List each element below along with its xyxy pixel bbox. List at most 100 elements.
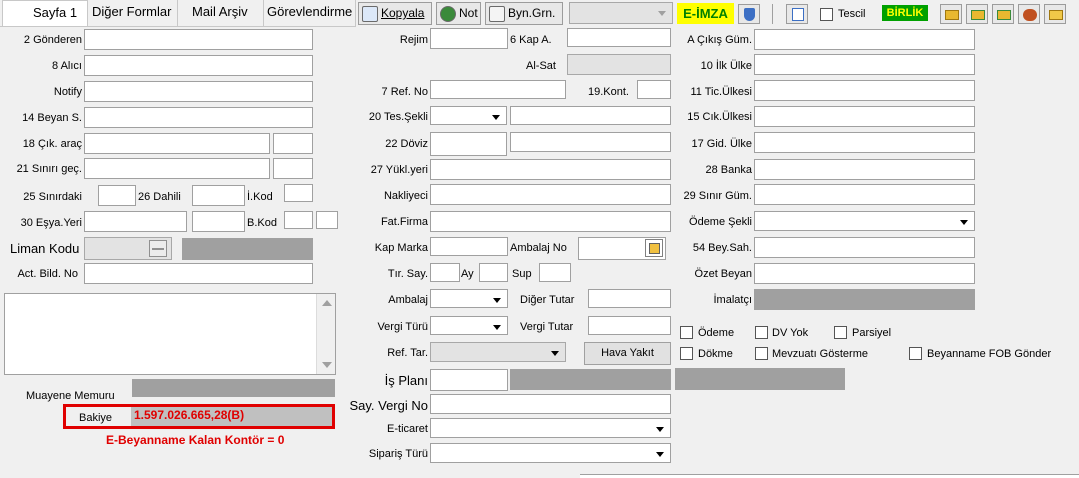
- doviz-field[interactable]: [430, 132, 507, 156]
- tes-sekli-desc-field[interactable]: [510, 106, 671, 125]
- parsiyel-checkbox-label: Parsiyel: [852, 327, 892, 339]
- sync-button[interactable]: [1018, 4, 1040, 24]
- odeme-sekli-select[interactable]: [754, 211, 975, 231]
- notify-label: Notify: [53, 86, 82, 98]
- upload-button[interactable]: [966, 4, 988, 24]
- kap-marka-label: Kap Marka: [374, 242, 428, 254]
- fat-firma-field[interactable]: [430, 211, 671, 232]
- upload-icon: [971, 10, 985, 20]
- ozet-beyan-field[interactable]: [754, 263, 975, 284]
- bkod-field-2[interactable]: [316, 211, 338, 229]
- diger-tutar-field[interactable]: [588, 289, 671, 308]
- imalatci-field: [754, 289, 975, 310]
- fob-gonder-checkbox[interactable]: [909, 347, 922, 360]
- vergi-turu-select[interactable]: [430, 316, 508, 335]
- tescil-checkbox[interactable]: [820, 8, 833, 21]
- rejim-field[interactable]: [430, 28, 508, 49]
- parsiyel-checkbox[interactable]: [834, 326, 847, 339]
- banka-label: 28 Banka: [705, 164, 752, 176]
- fob-gonder-label: Beyanname FOB Gönder: [927, 348, 1052, 360]
- beyan-s-field[interactable]: [84, 107, 313, 128]
- beyan-s-label: 14 Beyan S.: [22, 112, 82, 124]
- dv-yok-checkbox[interactable]: [755, 326, 768, 339]
- cik-arac-code-field[interactable]: [273, 133, 313, 154]
- e-imza-button[interactable]: E-İMZA: [677, 3, 734, 24]
- siniri-gec-code-field[interactable]: [273, 158, 313, 179]
- tab-diger-formlar[interactable]: Diğer Formlar: [88, 0, 178, 26]
- notify-field[interactable]: [84, 81, 313, 102]
- tab-sayfa-1[interactable]: Sayfa 1: [2, 0, 88, 26]
- kap-a-field[interactable]: [567, 28, 671, 47]
- gid-ulke-field[interactable]: [754, 132, 975, 153]
- tab-gorevlendirme[interactable]: Görevlendirme: [264, 0, 356, 26]
- is-plani-field[interactable]: [430, 369, 508, 391]
- birlik-button[interactable]: BİRLİK: [882, 5, 928, 21]
- siparis-turu-select[interactable]: [430, 443, 671, 463]
- open-folder-button[interactable]: [940, 4, 962, 24]
- ambalaj-select[interactable]: [430, 289, 508, 308]
- folder-button[interactable]: [1044, 4, 1066, 24]
- act-bild-no-label: Act. Bild. No: [17, 268, 78, 280]
- mevzuati-gosterme-checkbox[interactable]: [755, 347, 768, 360]
- odeme-checkbox[interactable]: [680, 326, 693, 339]
- yukl-yeri-field[interactable]: [430, 159, 671, 180]
- sinir-gum-field[interactable]: [754, 184, 975, 205]
- ambalaj-no-edit-button[interactable]: [645, 239, 663, 257]
- nakliyeci-label: Nakliyeci: [383, 190, 428, 202]
- e-ticaret-select[interactable]: [430, 418, 671, 438]
- kap-marka-field[interactable]: [430, 237, 508, 256]
- search-doc-button[interactable]: [786, 4, 808, 24]
- ikod-label: İ.Kod: [247, 191, 273, 203]
- tes-sekli-select[interactable]: [430, 106, 507, 125]
- byn-grn-button[interactable]: Byn.Grn.: [485, 2, 563, 25]
- ay-field[interactable]: [479, 263, 508, 282]
- notes-scrollbar[interactable]: [316, 294, 335, 374]
- export-button[interactable]: [992, 4, 1014, 24]
- say-vergi-no-label: Say. Vergi No: [349, 398, 428, 413]
- hava-yakit-button[interactable]: Hava Yakıt: [584, 342, 671, 365]
- nakliyeci-field[interactable]: [430, 184, 671, 205]
- tab-mail-arsiv[interactable]: Mail Arşiv: [178, 0, 264, 26]
- esya-yeri-code-field[interactable]: [192, 211, 245, 232]
- alici-field[interactable]: [84, 55, 313, 76]
- ilk-ulke-field[interactable]: [754, 54, 975, 75]
- ikod-field[interactable]: [284, 184, 313, 202]
- ref-no-field[interactable]: [430, 80, 566, 99]
- doviz-desc-field[interactable]: [510, 132, 671, 152]
- kopyala-button[interactable]: Kopyala: [358, 2, 432, 25]
- kont-field[interactable]: [637, 80, 671, 99]
- banka-field[interactable]: [754, 159, 975, 180]
- dokme-checkbox[interactable]: [680, 347, 693, 360]
- cik-ulkesi-field[interactable]: [754, 106, 975, 127]
- shield-button[interactable]: [738, 4, 760, 24]
- not-button[interactable]: Not: [436, 2, 481, 25]
- bkod-field-1[interactable]: [284, 211, 313, 229]
- tir-say-field[interactable]: [430, 263, 460, 282]
- scroll-down-icon[interactable]: [322, 362, 332, 368]
- vergi-tutar-field[interactable]: [588, 316, 671, 335]
- al-sat-label: Al-Sat: [526, 60, 556, 72]
- say-vergi-no-field[interactable]: [430, 394, 671, 414]
- dahili-field[interactable]: [192, 185, 245, 206]
- scroll-up-icon[interactable]: [322, 300, 332, 306]
- notes-textarea[interactable]: [4, 293, 336, 375]
- search-doc-icon: [792, 8, 804, 21]
- a-cikis-gum-field[interactable]: [754, 29, 975, 50]
- sinirdaki-field[interactable]: [98, 185, 136, 206]
- odeme-sekli-label: Ödeme Şekli: [689, 216, 752, 228]
- act-bild-no-field[interactable]: [84, 263, 313, 284]
- ref-tar-select[interactable]: [430, 342, 566, 362]
- toolbar-dropdown[interactable]: [569, 2, 673, 24]
- gonderen-field[interactable]: [84, 29, 313, 50]
- export-icon: [997, 10, 1011, 20]
- liman-kodu-spinner[interactable]: [149, 240, 167, 257]
- bakiye-label: Bakiye: [79, 412, 113, 424]
- ambalaj-label: Ambalaj: [388, 294, 428, 306]
- esya-yeri-field[interactable]: [84, 211, 187, 232]
- tic-ulkesi-field[interactable]: [754, 80, 975, 101]
- bey-sah-field[interactable]: [754, 237, 975, 258]
- siniri-gec-field[interactable]: [84, 158, 270, 179]
- vergi-turu-label: Vergi Türü: [377, 321, 428, 333]
- sup-field[interactable]: [539, 263, 571, 282]
- cik-arac-field[interactable]: [84, 133, 270, 154]
